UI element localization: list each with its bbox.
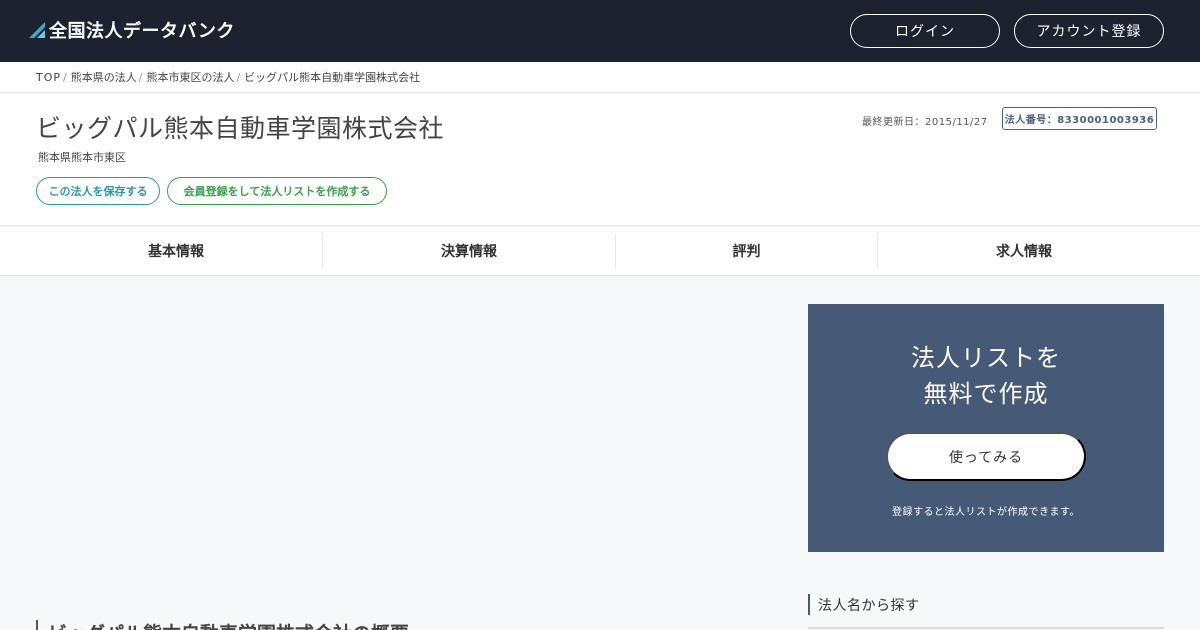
logo-mark-icon (29, 22, 45, 38)
last-updated: 最終更新日：2015/11/27 (862, 117, 988, 128)
promo-title: 法人リストを 無料で作成 (808, 340, 1164, 412)
breadcrumb-separator: / (236, 70, 241, 84)
breadcrumb-item-current: ビッグパル熊本自動車学園株式会社 (244, 71, 421, 84)
register-button[interactable]: アカウント登録 (1014, 14, 1164, 48)
tab-basic-info[interactable]: 基本情報 (30, 227, 322, 275)
breadcrumb-separator: / (138, 70, 143, 84)
search-input-top-edge (808, 627, 1164, 629)
tab-reputation[interactable]: 評判 (616, 227, 877, 275)
breadcrumb-item-top[interactable]: TOP (36, 71, 61, 84)
overview-heading: ビッグパル熊本自動車学園株式会社の概要 (36, 620, 409, 630)
create-list-promo: 法人リストを 無料で作成 使ってみる 登録すると法人リストが作成できます。 (808, 304, 1164, 552)
login-button[interactable]: ログイン (850, 14, 1000, 48)
corporate-number-badge: 法人番号：8330001003936 (1002, 107, 1157, 130)
breadcrumb-separator: / (63, 70, 67, 84)
section-tabs: 基本情報 決算情報 評判 求人情報 (0, 227, 1200, 276)
site-header: 全国法人データバンク ログイン アカウント登録 (0, 0, 1200, 62)
page-title: ビッグパル熊本自動車学園株式会社 (36, 114, 445, 143)
tab-jobs[interactable]: 求人情報 (878, 227, 1170, 275)
breadcrumb-item-city[interactable]: 熊本市東区の法人 (146, 69, 234, 85)
company-summary: ビッグパル熊本自動車学園株式会社 熊本県熊本市東区 最終更新日：2015/11/… (0, 93, 1200, 226)
promo-title-line1: 法人リストを (911, 344, 1061, 372)
tab-financials[interactable]: 決算情報 (323, 227, 615, 275)
save-company-button[interactable]: この法人を保存する (36, 177, 160, 205)
site-logo[interactable]: 全国法人データバンク (29, 18, 235, 42)
breadcrumb: TOP / 熊本県の法人 / 熊本市東区の法人 / ビッグパル熊本自動車学園株式… (0, 62, 1200, 93)
search-by-name-heading: 法人名から探す (808, 594, 920, 615)
promo-note: 登録すると法人リストが作成できます。 (892, 507, 1080, 518)
site-name: 全国法人データバンク (49, 21, 235, 42)
promo-title-line2: 無料で作成 (923, 380, 1049, 408)
create-list-button[interactable]: 会員登録をして法人リストを作成する (167, 177, 387, 205)
breadcrumb-item-prefecture[interactable]: 熊本県の法人 (71, 69, 137, 85)
company-location: 熊本県熊本市東区 (38, 151, 126, 164)
try-it-button[interactable]: 使ってみる (886, 432, 1086, 481)
